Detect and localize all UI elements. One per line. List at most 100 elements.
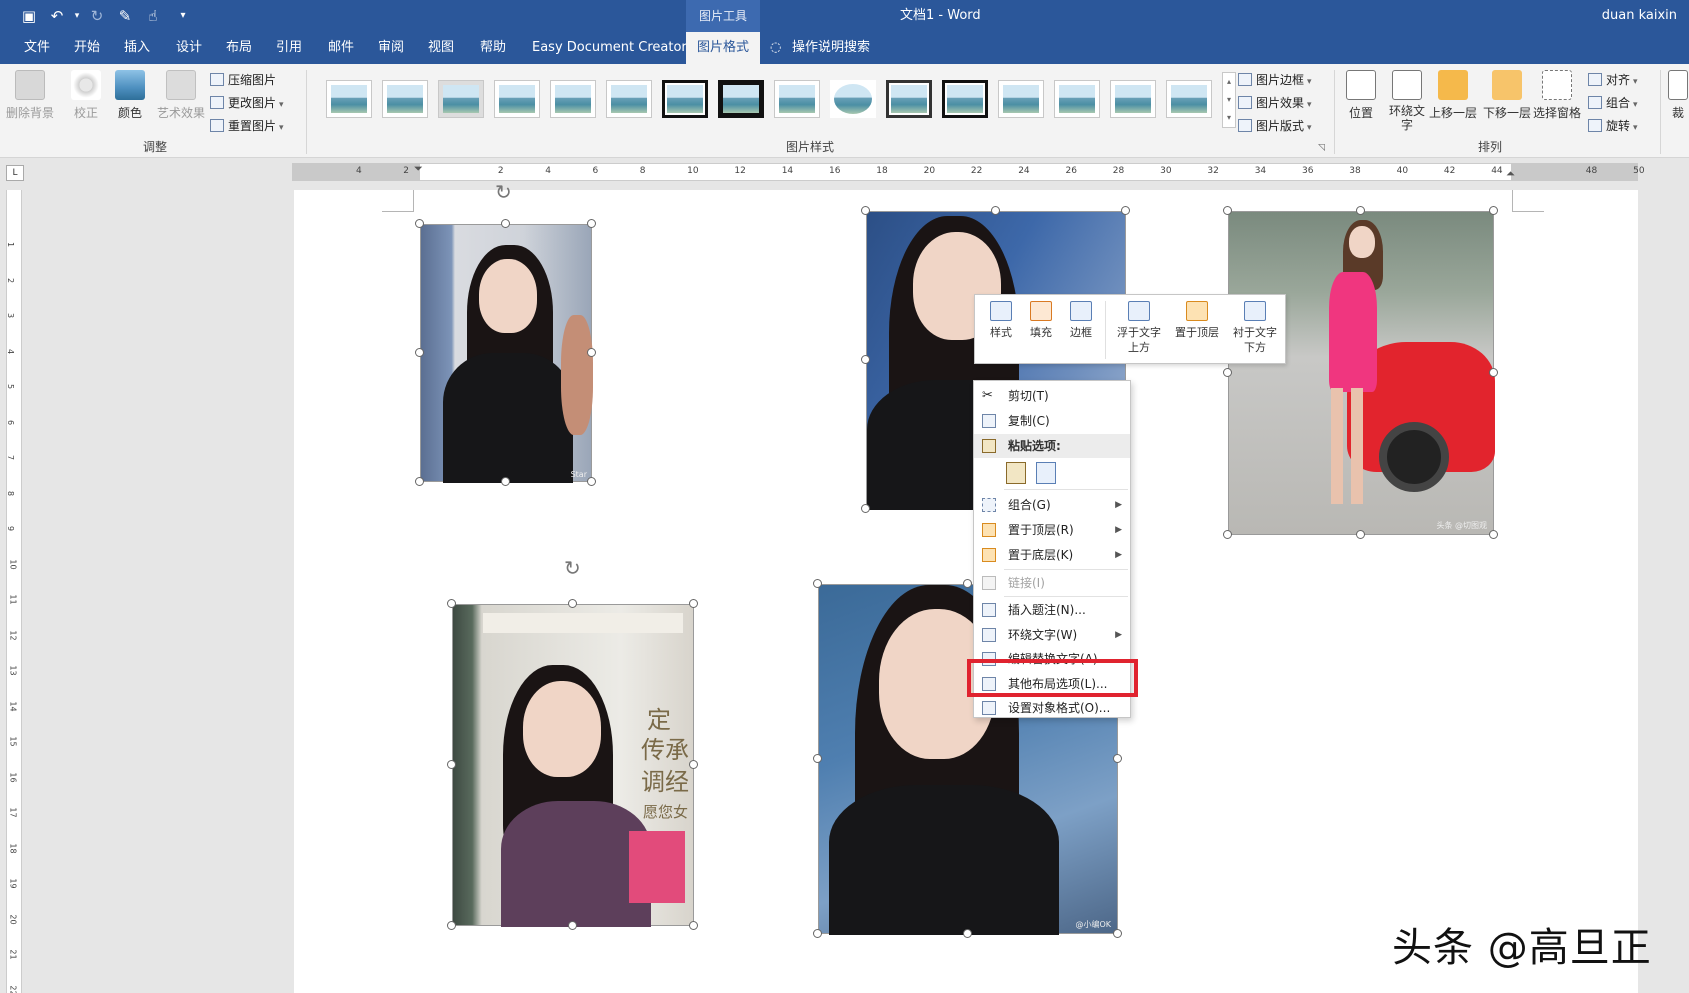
photo-woman-black-suit[interactable]: Star <box>420 224 593 483</box>
picture-effects-button[interactable]: 图片效果 ▾ <box>1238 93 1312 113</box>
tab-insert[interactable]: 插入 <box>116 32 158 64</box>
tab-easy-document-creator[interactable]: Easy Document Creator <box>524 32 695 64</box>
picture-style-thumb[interactable] <box>606 80 652 118</box>
menu-insert-caption[interactable]: 插入题注(N)... <box>974 598 1130 622</box>
resize-handle[interactable] <box>1489 530 1498 539</box>
resize-handle[interactable] <box>813 754 822 763</box>
resize-handle[interactable] <box>1223 530 1232 539</box>
picture-style-thumb[interactable] <box>438 80 484 118</box>
redo-icon[interactable]: ↻ <box>86 6 108 26</box>
picture-style-thumb[interactable] <box>1166 80 1212 118</box>
picture-style-thumb[interactable] <box>998 80 1044 118</box>
resize-handle[interactable] <box>1356 530 1365 539</box>
picture-border-button[interactable]: 图片边框 ▾ <box>1238 70 1312 90</box>
bring-forward-button[interactable]: 上移一层 <box>1426 70 1480 121</box>
picture-style-thumb[interactable] <box>830 80 876 118</box>
resize-handle[interactable] <box>568 599 577 608</box>
resize-handle[interactable] <box>568 921 577 930</box>
undo-icon[interactable]: ↶ <box>46 6 68 26</box>
mini-fill-button[interactable]: 填充 <box>1023 301 1059 340</box>
customize-toolbar-icon[interactable]: ▾ <box>172 6 194 26</box>
group-button[interactable]: 组合 ▾ <box>1588 93 1638 113</box>
resize-handle[interactable] <box>813 579 822 588</box>
picture-style-thumb[interactable] <box>1054 80 1100 118</box>
rotate-handle-icon[interactable]: ↻ <box>495 180 512 204</box>
styles-dialog-launcher-icon[interactable]: ◹ <box>1318 138 1325 158</box>
picture-style-thumb[interactable] <box>774 80 820 118</box>
tell-me-search[interactable]: ◌ 操作说明搜索 <box>770 32 870 64</box>
tab-home[interactable]: 开始 <box>66 32 108 64</box>
resize-handle[interactable] <box>587 219 596 228</box>
picture-style-thumb[interactable] <box>886 80 932 118</box>
compress-pictures-button[interactable]: 压缩图片 <box>210 70 276 90</box>
touch-mode-icon[interactable]: ☝ <box>142 6 164 26</box>
resize-handle[interactable] <box>689 599 698 608</box>
photo-poster-advert[interactable]: 定 传承 调经 愿您女 <box>452 604 694 927</box>
menu-copy[interactable]: 复制(C) <box>974 409 1130 433</box>
menu-cut[interactable]: ✂ 剪切(T) <box>974 384 1130 408</box>
menu-group[interactable]: 组合(G) ▶ <box>974 493 1130 517</box>
photo-woman-red-car[interactable]: 头条 @切图观 <box>1228 211 1495 535</box>
horizontal-ruler[interactable] <box>292 163 1638 181</box>
tab-picture-format[interactable]: 图片格式 <box>686 32 760 64</box>
resize-handle[interactable] <box>587 348 596 357</box>
paste-picture-icon[interactable] <box>1036 462 1056 484</box>
mini-bring-to-front-button[interactable]: 置于顶层 <box>1169 301 1225 340</box>
tab-help[interactable]: 帮助 <box>472 32 514 64</box>
picture-style-thumb[interactable] <box>1110 80 1156 118</box>
tab-references[interactable]: 引用 <box>268 32 310 64</box>
position-button[interactable]: 位置 <box>1338 70 1384 121</box>
picture-style-thumb[interactable] <box>326 80 372 118</box>
resize-handle[interactable] <box>813 929 822 938</box>
resize-handle[interactable] <box>501 219 510 228</box>
resize-handle[interactable] <box>991 206 1000 215</box>
picture-style-thumb[interactable] <box>382 80 428 118</box>
gallery-scroll[interactable]: ▴ ▾ ▾ <box>1222 72 1236 128</box>
resize-handle[interactable] <box>861 355 870 364</box>
mini-in-front-of-text-button[interactable]: 浮于文字 上方 <box>1111 301 1167 355</box>
resize-handle[interactable] <box>447 921 456 930</box>
right-indent-marker-icon[interactable]: ⏶ <box>1506 167 1515 181</box>
picture-style-thumb[interactable] <box>662 80 708 118</box>
reset-picture-button[interactable]: 重置图片 ▾ <box>210 116 284 136</box>
menu-bring-to-front[interactable]: 置于顶层(R) ▶ <box>974 518 1130 542</box>
tab-review[interactable]: 审阅 <box>370 32 412 64</box>
picture-style-thumb[interactable] <box>550 80 596 118</box>
vertical-ruler[interactable] <box>6 190 22 993</box>
tab-mailings[interactable]: 邮件 <box>320 32 362 64</box>
resize-handle[interactable] <box>415 477 424 486</box>
resize-handle[interactable] <box>1223 368 1232 377</box>
undo-dropdown-icon[interactable]: ▾ <box>66 6 88 26</box>
resize-handle[interactable] <box>1223 206 1232 215</box>
indent-marker-icon[interactable]: ⏷ <box>414 162 423 176</box>
picture-style-thumb[interactable] <box>942 80 988 118</box>
corrections-button[interactable]: 校正 <box>66 70 106 121</box>
resize-handle[interactable] <box>1489 368 1498 377</box>
user-name[interactable]: duan kaixin <box>1602 0 1677 32</box>
crop-button[interactable]: 裁 <box>1664 70 1689 121</box>
artistic-effects-button[interactable]: 艺术效果 <box>154 70 208 121</box>
save-icon[interactable]: ▣ <box>18 6 40 26</box>
resize-handle[interactable] <box>501 477 510 486</box>
remove-background-button[interactable]: 删除背景 <box>6 70 54 121</box>
picture-style-thumb[interactable] <box>494 80 540 118</box>
resize-handle[interactable] <box>689 921 698 930</box>
resize-handle[interactable] <box>1356 206 1365 215</box>
wrap-text-button[interactable]: 环绕文字 <box>1384 70 1430 132</box>
resize-handle[interactable] <box>1121 206 1130 215</box>
resize-handle[interactable] <box>963 579 972 588</box>
menu-send-to-back[interactable]: 置于底层(K) ▶ <box>974 543 1130 567</box>
change-picture-button[interactable]: 更改图片 ▾ <box>210 93 284 113</box>
paste-keep-formatting-icon[interactable] <box>1006 462 1026 484</box>
menu-format-object[interactable]: 设置对象格式(O)... <box>974 696 1130 720</box>
align-button[interactable]: 对齐 ▾ <box>1588 70 1638 90</box>
mini-border-button[interactable]: 边框 <box>1063 301 1099 340</box>
resize-handle[interactable] <box>415 348 424 357</box>
tab-design[interactable]: 设计 <box>168 32 210 64</box>
color-button[interactable]: 颜色 <box>110 70 150 121</box>
picture-style-thumb[interactable] <box>718 80 764 118</box>
resize-handle[interactable] <box>689 760 698 769</box>
resize-handle[interactable] <box>1489 206 1498 215</box>
rotate-button[interactable]: 旋转 ▾ <box>1588 116 1638 136</box>
rotate-handle-icon[interactable]: ↻ <box>564 556 581 580</box>
